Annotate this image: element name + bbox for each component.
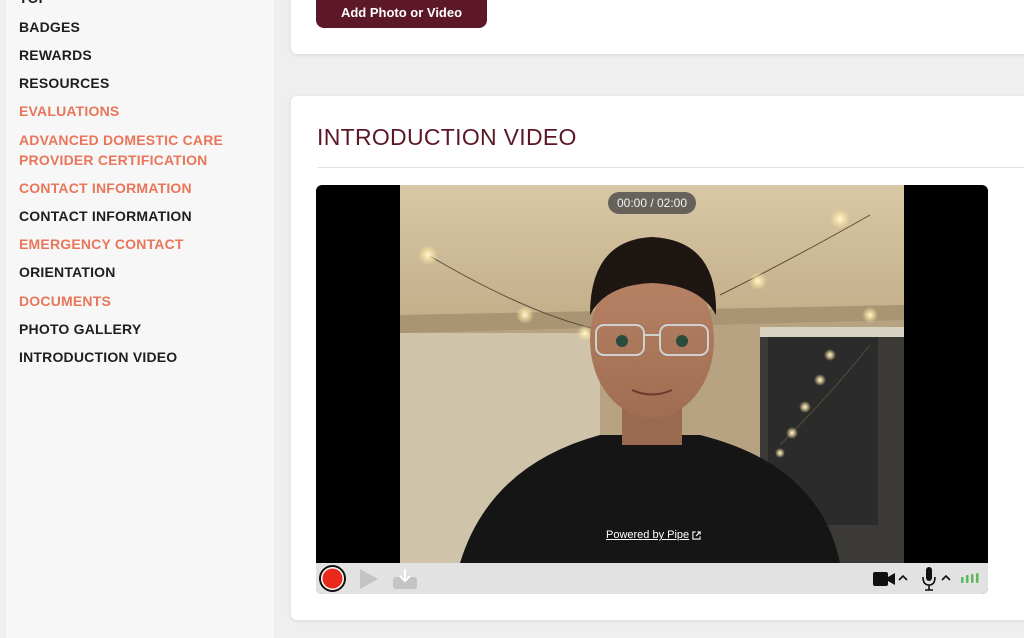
sidebar-item-emergency-contact[interactable]: EMERGENCY CONTACT: [19, 234, 259, 254]
camera-preview-image: [400, 185, 904, 563]
camera-options-toggle[interactable]: [897, 570, 909, 586]
section-title: INTRODUCTION VIDEO: [317, 124, 577, 150]
sidebar-item-badges[interactable]: BADGES: [19, 17, 259, 37]
camera-select-button[interactable]: [872, 569, 896, 589]
sidebar-item-contact-information[interactable]: CONTACT INFORMATION: [19, 206, 259, 226]
microphone-options-toggle[interactable]: [940, 570, 952, 586]
sidebar-item-contact-information-orange[interactable]: CONTACT INFORMATION: [19, 178, 259, 198]
sidebar-item-resources[interactable]: RESOURCES: [19, 73, 259, 93]
sidebar-item-advanced-certification[interactable]: ADVANCED DOMESTIC CARE PROVIDER CERTIFIC…: [19, 130, 259, 170]
camera-icon: [873, 572, 895, 586]
sidebar-item-photo-gallery[interactable]: PHOTO GALLERY: [19, 319, 259, 339]
powered-by-text: Powered by Pipe: [606, 529, 690, 541]
introduction-video-card: INTRODUCTION VIDEO 00:00 / 02:00 Powered…: [291, 96, 1024, 620]
sidebar-item-documents[interactable]: DOCUMENTS: [19, 291, 259, 311]
sidebar-item-rewards[interactable]: REWARDS: [19, 45, 259, 65]
sidebar-item-top[interactable]: TOP: [19, 0, 259, 8]
camera-preview: [400, 185, 904, 563]
microphone-select-button[interactable]: [920, 566, 938, 592]
recording-timer: 00:00 / 02:00: [608, 192, 696, 214]
sidebar-item-introduction-video[interactable]: INTRODUCTION VIDEO: [19, 347, 259, 367]
record-icon: [319, 565, 346, 592]
sidebar-item-orientation[interactable]: ORIENTATION: [19, 262, 259, 282]
photo-gallery-card: Add Photo or Video: [291, 0, 1024, 54]
sidebar-item-evaluations[interactable]: EVALUATIONS: [19, 101, 259, 121]
add-photo-video-button[interactable]: Add Photo or Video: [316, 0, 487, 28]
download-button[interactable]: [391, 567, 418, 591]
microphone-icon: [922, 567, 936, 591]
chevron-up-icon: [898, 574, 908, 581]
external-link-icon: [692, 530, 701, 540]
play-icon: [360, 569, 378, 589]
audio-level-meter: [960, 571, 982, 585]
chevron-up-icon: [941, 574, 951, 581]
record-button[interactable]: [319, 565, 346, 592]
divider: [317, 167, 1024, 168]
audio-level-icon: [961, 573, 979, 583]
download-icon: [392, 569, 417, 589]
play-button[interactable]: [356, 567, 380, 591]
player-controls: [316, 563, 988, 594]
sidebar: TOP BADGES REWARDS RESOURCES EVALUATIONS…: [6, 0, 274, 638]
powered-by-link[interactable]: Powered by Pipe: [606, 529, 701, 541]
video-recorder[interactable]: 00:00 / 02:00 Powered by Pipe: [316, 185, 988, 594]
